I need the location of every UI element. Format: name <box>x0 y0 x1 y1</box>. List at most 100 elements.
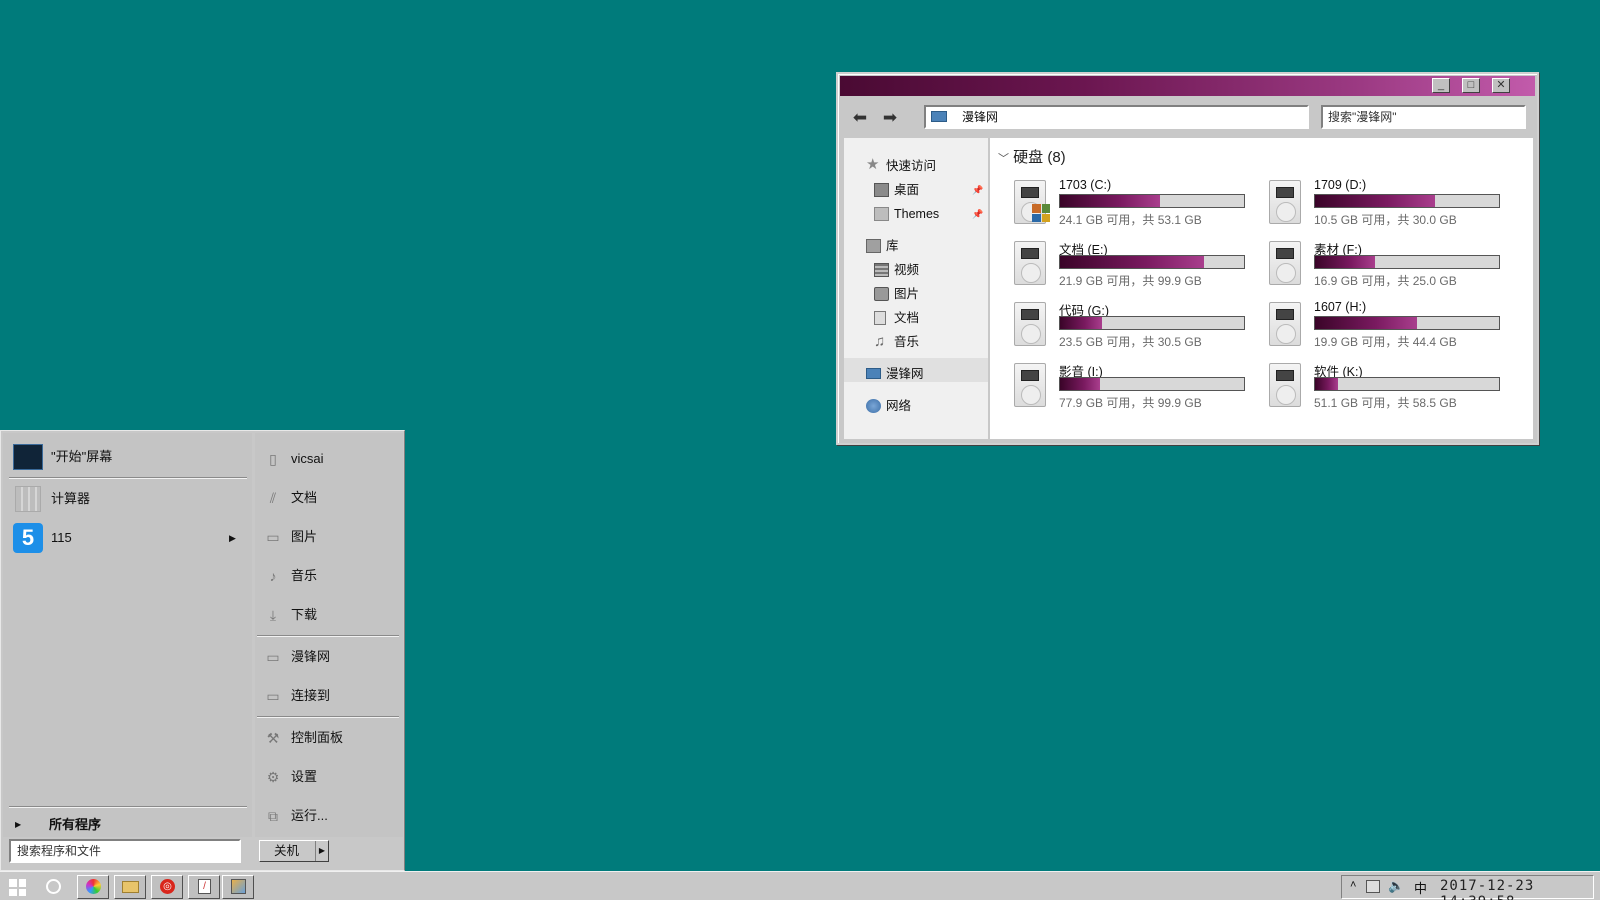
usage-bar <box>1314 377 1500 391</box>
calculator-icon <box>15 486 41 512</box>
shutdown-label: 关机 <box>274 844 300 858</box>
nav-this-pc[interactable]: 漫锋网 <box>866 363 924 385</box>
clock[interactable]: 2017-12-23 14:39:58 <box>1440 878 1593 900</box>
minimize-button[interactable]: _ <box>1432 78 1450 93</box>
start-left-pane: "开始"屏幕 计算器 5 115 ▶ ▶ 所有程序 <box>3 433 252 837</box>
back-button[interactable]: ⬅ <box>850 109 870 127</box>
music-note-icon: ♪ <box>269 568 277 584</box>
item-label: 所有程序 <box>49 817 102 832</box>
start-button[interactable] <box>9 879 26 896</box>
taskbar-app-editor[interactable]: / <box>188 875 220 899</box>
computer-icon <box>866 368 881 379</box>
divider <box>9 477 247 479</box>
nav-documents[interactable]: 文档 <box>874 307 919 329</box>
start-search-input[interactable]: 搜索程序和文件 <box>9 839 241 863</box>
hard-drive-icon <box>1269 180 1301 224</box>
divider <box>257 716 399 718</box>
item-label: 漫锋网 <box>291 649 331 664</box>
drive-item[interactable]: 代码 (G:) 23.5 GB 可用，共 30.5 GB <box>1014 300 1254 352</box>
nav-videos[interactable]: 视频 <box>874 259 920 281</box>
start-screen-item[interactable]: "开始"屏幕 <box>13 441 249 473</box>
drive-item[interactable]: 文档 (E:) 21.9 GB 可用，共 99.9 GB <box>1014 239 1254 291</box>
usage-bar <box>1314 255 1500 269</box>
drive-item[interactable]: 影音 (I:) 77.9 GB 可用，共 99.9 GB <box>1014 361 1254 413</box>
nav-quick-access[interactable]: ★ 快速访问 <box>866 155 937 177</box>
item-label: 下载 <box>291 607 318 622</box>
drive-info: 21.9 GB 可用，共 99.9 GB <box>1059 274 1202 288</box>
volume-icon[interactable]: 🔈 <box>1388 878 1404 894</box>
taskbar-app-file-explorer[interactable] <box>114 875 146 899</box>
music-app-icon: ◎ <box>160 879 175 894</box>
color-wheel-icon <box>86 879 101 894</box>
pin-icon: 📌 <box>972 185 984 195</box>
pin-icon: 📌 <box>972 209 984 219</box>
nav-network[interactable]: 网络 <box>866 395 911 417</box>
nav-desktop[interactable]: 桌面 📌 <box>874 179 988 201</box>
submenu-arrow-icon: ▶ <box>229 533 236 543</box>
drive-item[interactable]: 1709 (D:) 10.5 GB 可用，共 30.0 GB <box>1269 178 1509 230</box>
usage-bar <box>1314 316 1500 330</box>
nav-label: 库 <box>886 239 899 253</box>
picture-icon: ▭ <box>266 529 280 545</box>
input-method-indicator[interactable]: 中 <box>1414 878 1427 897</box>
windows-logo-icon <box>9 879 17 887</box>
item-label: 文档 <box>291 490 318 505</box>
item-label: vicsai <box>291 451 324 466</box>
usage-bar <box>1314 194 1500 208</box>
download-icon: ⤓ <box>269 607 277 623</box>
nav-label: 视频 <box>894 263 920 277</box>
item-label: 计算器 <box>51 491 91 506</box>
drive-name: 1703 (C:) <box>1059 178 1112 192</box>
app-115-item[interactable]: 5 115 ▶ <box>13 522 249 554</box>
shutdown-button[interactable]: 关机 ▶ <box>259 840 329 862</box>
calculator-item[interactable]: 计算器 <box>13 483 249 515</box>
video-icon <box>874 263 889 277</box>
usage-bar <box>1059 194 1245 208</box>
title-bar[interactable]: _ □ ✕ <box>840 76 1535 96</box>
usage-fill <box>1060 195 1161 207</box>
item-label: 控制面板 <box>291 730 344 745</box>
item-label: 音乐 <box>291 568 318 583</box>
taskbar-app-color-picker[interactable] <box>77 875 109 899</box>
books-icon: ⫽ <box>269 490 277 506</box>
drive-item[interactable]: 1703 (C:) 24.1 GB 可用，共 53.1 GB <box>1014 178 1254 230</box>
shutdown-options-arrow-icon[interactable]: ▶ <box>315 841 328 861</box>
network-icon[interactable] <box>1366 880 1380 893</box>
forward-button[interactable]: ➡ <box>880 109 900 127</box>
taskbar-app-paint[interactable] <box>222 875 254 899</box>
drive-info: 19.9 GB 可用，共 44.4 GB <box>1314 335 1457 349</box>
explorer-window: _ □ ✕ ⬅ ➡ 漫锋网 搜索"漫锋网" ★ 快速访问 桌面 📌 Themes… <box>836 72 1539 445</box>
all-programs-button[interactable]: ▶ 所有程序 <box>13 809 249 841</box>
drive-item[interactable]: 素材 (F:) 16.9 GB 可用，共 25.0 GB <box>1269 239 1509 291</box>
usage-fill <box>1060 256 1204 268</box>
hard-drive-icon <box>1014 363 1046 407</box>
nav-music[interactable]: ♫ 音乐 <box>874 331 919 353</box>
address-bar[interactable]: 漫锋网 <box>924 105 1309 129</box>
expand-arrow-icon: ▶ <box>15 820 22 829</box>
maximize-button[interactable]: □ <box>1462 78 1480 93</box>
nav-pictures[interactable]: 图片 <box>874 283 919 305</box>
nav-themes[interactable]: Themes 📌 <box>874 203 988 225</box>
cortana-search-icon[interactable] <box>46 879 61 894</box>
monitor-icon: ▭ <box>266 688 280 704</box>
group-title: 硬盘 (8) <box>1013 149 1066 166</box>
drive-info: 23.5 GB 可用，共 30.5 GB <box>1059 335 1202 349</box>
nav-library[interactable]: 库 <box>866 235 899 257</box>
search-input[interactable]: 搜索"漫锋网" <box>1321 105 1526 129</box>
show-hidden-icons-chevron-icon[interactable]: ˄ <box>1350 879 1356 891</box>
hard-drive-icon <box>1269 241 1301 285</box>
taskbar-app-netease-music[interactable]: ◎ <box>151 875 183 899</box>
wrench-icon: ⚒ <box>266 730 280 746</box>
drive-info: 77.9 GB 可用，共 99.9 GB <box>1059 396 1202 410</box>
close-button[interactable]: ✕ <box>1492 78 1510 93</box>
nav-label: 快速访问 <box>886 159 937 173</box>
drives-group-header[interactable]: ﹀ 硬盘 (8) <box>998 146 1066 167</box>
usage-fill <box>1315 378 1339 390</box>
drive-item[interactable]: 1607 (H:) 19.9 GB 可用，共 44.4 GB <box>1269 300 1509 352</box>
hard-drive-icon <box>1269 363 1301 407</box>
taskbar: ◎ / ˄ 🔈 中 2017-12-23 14:39:58 <box>0 871 1600 900</box>
drive-item[interactable]: 软件 (K:) 51.1 GB 可用，共 58.5 GB <box>1269 361 1509 413</box>
usage-fill <box>1315 195 1435 207</box>
usage-bar <box>1059 316 1245 330</box>
usage-bar <box>1059 377 1245 391</box>
